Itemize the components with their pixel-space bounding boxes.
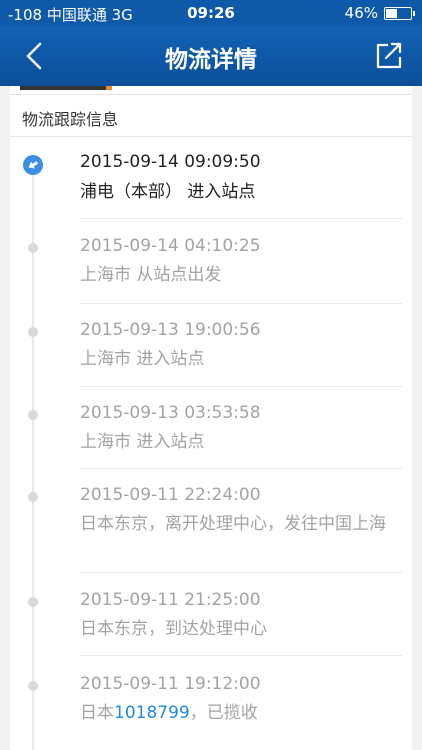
timeline-dot xyxy=(28,492,38,502)
entry-time: 2015-09-11 22:24:00 xyxy=(80,485,261,505)
entry-separator xyxy=(80,386,402,387)
entry-description: 上海市 进入站点 xyxy=(80,432,205,452)
entry-time: 2015-09-11 21:25:00 xyxy=(80,590,261,610)
entry-separator xyxy=(80,303,402,304)
entry-description-suffix: ，已揽收 xyxy=(189,703,258,723)
entry-description: 上海市 从站点出发 xyxy=(80,265,222,285)
share-external-icon xyxy=(376,42,402,69)
divider xyxy=(10,94,412,95)
entry-time: 2015-09-13 19:00:56 xyxy=(80,320,261,340)
timeline-dot xyxy=(28,243,38,253)
timeline-dot xyxy=(28,327,38,337)
tracking-number-link[interactable]: 1018799 xyxy=(114,703,190,723)
timeline-dot xyxy=(28,410,38,420)
entry-time: 2015-09-13 03:53:58 xyxy=(80,403,261,423)
entry-time: 2015-09-11 19:12:00 xyxy=(80,674,261,694)
divider xyxy=(10,136,412,137)
navigation-bar: 物流详情 xyxy=(0,26,422,86)
entry-separator xyxy=(80,218,402,219)
entry-description: 日本东京，到达处理中心 xyxy=(80,619,267,639)
entry-description: 上海市 进入站点 xyxy=(80,349,205,369)
section-title: 物流跟踪信息 xyxy=(22,110,119,129)
entry-description: 日本1018799，已揽收 xyxy=(80,700,398,726)
battery-icon xyxy=(384,7,415,20)
entry-time: 2015-09-14 09:09:50 xyxy=(80,152,261,172)
timeline-dot xyxy=(28,681,38,691)
entry-description: 日本东京，离开处理中心，发往中国上海 xyxy=(80,514,386,534)
product-image-strip xyxy=(20,86,112,90)
battery-percent: 46% xyxy=(344,4,378,22)
tracking-card: 物流跟踪信息 2015-09-14 09:09:50 浦电（本部） 进入站点 2… xyxy=(10,86,412,750)
entry-separator xyxy=(80,655,402,656)
page-title: 物流详情 xyxy=(165,47,257,73)
entry-separator xyxy=(80,572,402,573)
entry-description-prefix: 日本 xyxy=(80,703,114,723)
timeline-dot xyxy=(28,597,38,607)
battery-fill xyxy=(386,9,397,18)
share-button[interactable] xyxy=(368,36,408,76)
entry-separator xyxy=(80,468,402,469)
status-bar: -108 中国联通 3G 09:26 46% xyxy=(0,0,422,26)
current-location-icon xyxy=(23,155,43,175)
entry-time: 2015-09-14 04:10:25 xyxy=(80,236,261,256)
entry-description: 浦电（本部） 进入站点 xyxy=(80,182,256,202)
